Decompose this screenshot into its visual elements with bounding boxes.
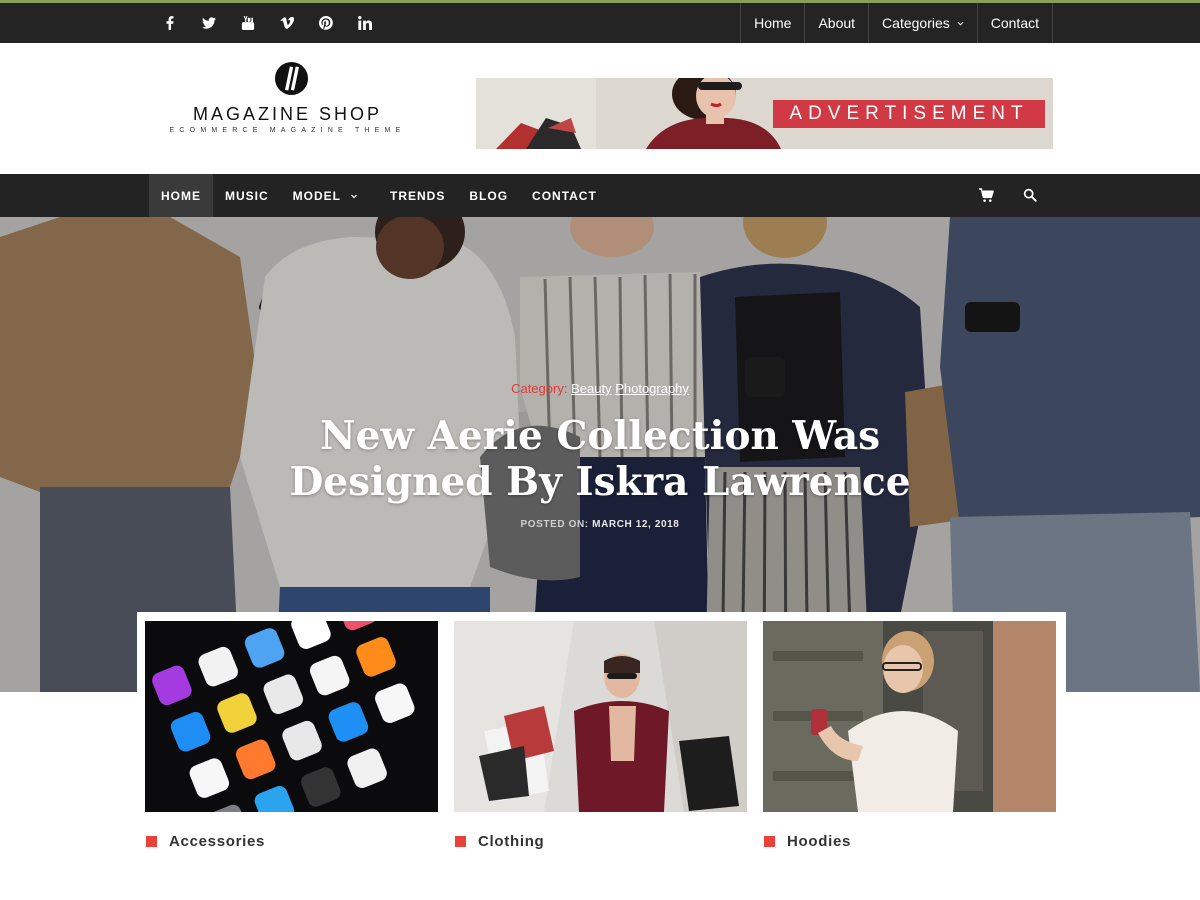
nav-item-home-label: HOME [161,188,201,203]
logo-mark-icon[interactable] [274,61,309,96]
nav-item-music[interactable]: MUSIC [213,174,281,217]
nav-item-trends-label: TRENDS [390,188,446,203]
top-nav-contact-label: Contact [990,15,1039,31]
advertisement-banner[interactable]: ADVERTISEMENT [476,78,1053,149]
bullet-square-icon [764,835,775,847]
nav-item-home[interactable]: HOME [149,174,213,217]
youtube-icon[interactable] [228,3,267,43]
posted-date-value: MARCH 12, 2018 [592,519,680,530]
social-links [150,3,384,43]
category-title-accessories[interactable]: Accessories [169,833,265,850]
category-card-accessories-label[interactable]: Accessories [145,831,438,851]
top-nav: Home About Categories Contact [740,3,1053,43]
category-cards: Accessories Clothing Hoodies [137,612,1066,864]
category-card-hoodies[interactable]: Hoodies [763,621,1056,851]
nav-item-music-label: MUSIC [225,188,269,203]
category-image-clothing[interactable] [454,621,747,812]
top-nav-home[interactable]: Home [741,3,806,43]
category-link-beauty[interactable]: Beauty [571,381,611,396]
category-card-clothing[interactable]: Clothing [454,621,747,851]
ad-label: ADVERTISEMENT [773,100,1045,128]
category-label: Category: [511,381,568,396]
chevron-down-icon [957,21,964,26]
posted-date: POSTED ON: MARCH 12, 2018 [0,519,1200,530]
nav-item-contact-label: CONTACT [532,188,597,203]
site-title[interactable]: MAGAZINE SHOP [150,104,425,125]
category-link-photography[interactable]: Photography [615,381,689,396]
facebook-icon[interactable] [150,3,189,43]
top-nav-contact[interactable]: Contact [978,3,1053,43]
category-image-accessories[interactable] [145,621,438,812]
hero-categories: Category: Beauty Photography [0,381,1200,396]
cart-icon[interactable] [979,188,994,203]
top-nav-about[interactable]: About [805,3,870,43]
site-tagline: ECOMMERCE MAGAZINE THEME [169,127,406,134]
main-menu: HOME MUSIC MODEL TRENDS BLOG CONTACT [149,174,609,217]
hero-title[interactable]: New Aerie Collection Was Designed By Isk… [280,413,920,505]
top-nav-categories-label: Categories [882,15,950,31]
category-title-hoodies[interactable]: Hoodies [787,833,851,850]
category-card-accessories[interactable]: Accessories [145,621,438,851]
category-card-hoodies-label[interactable]: Hoodies [763,831,1056,851]
main-nav: HOME MUSIC MODEL TRENDS BLOG CONTACT [0,174,1200,217]
pinterest-icon[interactable] [306,3,345,43]
nav-item-blog-label: BLOG [469,188,509,203]
vimeo-icon[interactable] [267,3,306,43]
chevron-down-icon [351,194,357,198]
linkedin-icon[interactable] [345,3,384,43]
category-image-hoodies[interactable] [763,621,1056,812]
nav-item-model-label: MODEL [292,188,342,203]
nav-item-trends[interactable]: TRENDS [378,174,457,217]
top-nav-home-label: Home [754,15,792,31]
nav-item-contact[interactable]: CONTACT [520,174,609,217]
category-title-clothing[interactable]: Clothing [478,833,544,850]
top-nav-categories[interactable]: Categories [869,3,978,43]
posted-label: POSTED ON: [520,519,589,530]
category-card-clothing-label[interactable]: Clothing [454,831,747,851]
top-nav-about-label: About [818,15,856,31]
bullet-square-icon [455,835,466,847]
bullet-square-icon [146,835,157,847]
nav-item-model[interactable]: MODEL [281,174,370,217]
twitter-icon[interactable] [189,3,228,43]
nav-item-blog[interactable]: BLOG [457,174,520,217]
site-header: MAGAZINE SHOP ECOMMERCE MAGAZINE THEME A… [0,43,1200,174]
search-icon[interactable] [1023,188,1037,202]
top-bar: Home About Categories Contact [0,0,1200,43]
